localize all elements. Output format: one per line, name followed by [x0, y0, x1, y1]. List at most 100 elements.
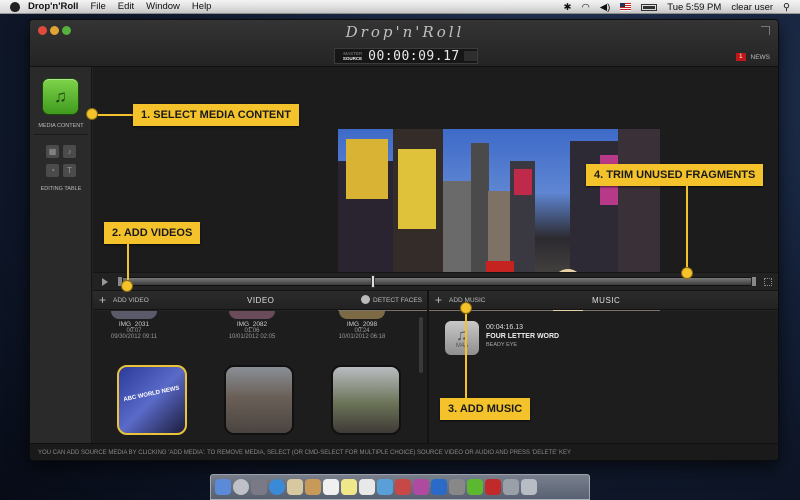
- timeline-scrubber: [93, 272, 778, 290]
- speech-tool-icon[interactable]: ◔: [46, 164, 59, 177]
- detect-faces-button[interactable]: DETECT FACES: [373, 297, 422, 304]
- minimize-window-button[interactable]: [50, 26, 59, 35]
- text-tool-icon[interactable]: T: [63, 164, 76, 177]
- callout-dot: [681, 267, 693, 279]
- timecode: 00:00:09.17: [368, 48, 460, 64]
- music-tool-icon[interactable]: ♪: [63, 145, 76, 158]
- menu-bar: Drop'n'Roll File Edit Window Help ✱ ◠ ◀)…: [0, 0, 800, 14]
- launchpad-icon[interactable]: [233, 479, 249, 495]
- app-dock-icon[interactable]: [485, 479, 501, 495]
- plus-icon[interactable]: +: [435, 294, 442, 306]
- music-panel-title: MUSIC: [592, 296, 621, 305]
- input-source-flag-icon[interactable]: [620, 3, 632, 11]
- photobooth-icon[interactable]: [395, 479, 411, 495]
- menu-edit[interactable]: Edit: [118, 0, 134, 14]
- editing-table-label: EDITING TABLE: [40, 186, 82, 192]
- itunes-icon[interactable]: [413, 479, 429, 495]
- video-list: IMG_2031 00:07 09/30/2012 09:11 IMG_2082…: [93, 311, 427, 443]
- app-store-icon[interactable]: [431, 479, 447, 495]
- apple-icon[interactable]: [10, 1, 20, 12]
- master-source-switch[interactable]: MASTER SOURCE: [338, 50, 362, 62]
- billboard: [514, 169, 532, 195]
- music-format: M4A: [455, 343, 469, 349]
- finder-icon[interactable]: [215, 479, 231, 495]
- music-list: ♫ M4A 00:04:16.13 FOUR LETTER WORD BEADY…: [429, 311, 778, 443]
- thumbnail-caption: ABC WORLD NEWS: [123, 385, 181, 404]
- billboard: [346, 139, 388, 199]
- music-file-icon[interactable]: ♫ M4A: [445, 321, 479, 355]
- menu-window[interactable]: Window: [146, 0, 180, 14]
- menu-extras: ✱ ◠ ◀) Tue 5:59 PM clear user ⚲: [554, 0, 790, 14]
- clip-date: 10/01/2012 06:18: [338, 334, 386, 340]
- bluetooth-icon[interactable]: ✱: [564, 2, 572, 13]
- battery-icon[interactable]: [641, 3, 658, 11]
- volume-icon[interactable]: ◀): [600, 2, 610, 13]
- callout-dot: [86, 108, 98, 120]
- menu-user[interactable]: clear user: [731, 2, 773, 13]
- scrub-track[interactable]: [117, 277, 757, 286]
- video-thumbnail[interactable]: [224, 365, 294, 435]
- callout-add-music: 3. ADD MUSIC: [440, 398, 531, 420]
- clip-date: 10/01/2012 02:05: [228, 334, 276, 340]
- callout-line: [465, 314, 467, 398]
- calendar-icon[interactable]: [323, 479, 339, 495]
- safari-icon[interactable]: [269, 479, 285, 495]
- contacts-icon[interactable]: [305, 479, 321, 495]
- add-video-button[interactable]: ADD VIDEO: [113, 297, 149, 304]
- system-preferences-icon[interactable]: [449, 479, 465, 495]
- switch-source-label: SOURCE: [342, 56, 363, 61]
- music-title[interactable]: FOUR LETTER WORD: [486, 333, 559, 340]
- video-clip[interactable]: IMG_2031 00:07 09/30/2012 09:11: [103, 311, 165, 340]
- reminders-icon[interactable]: [359, 479, 375, 495]
- clip-date: 09/30/2012 09:11: [110, 334, 158, 340]
- sidebar-separator: [34, 134, 88, 135]
- music-duration: 00:04:16.13: [486, 324, 523, 331]
- music-artist: BEADY EYE: [486, 342, 518, 348]
- menu-file[interactable]: File: [90, 0, 105, 14]
- trim-end-handle[interactable]: [751, 276, 757, 287]
- music-video-icon: ♫: [54, 87, 67, 106]
- billboard: [398, 149, 436, 229]
- video-thumbnail[interactable]: [331, 365, 401, 435]
- dropnroll-dock-icon[interactable]: [467, 479, 483, 495]
- notes-icon[interactable]: [341, 479, 357, 495]
- news-badge: 1: [736, 53, 746, 61]
- video-clip[interactable]: IMG_2098 00:24 10/01/2012 06:18: [331, 311, 393, 340]
- expand-icon[interactable]: [764, 278, 772, 286]
- face-icon[interactable]: [361, 295, 370, 304]
- trash-icon[interactable]: [521, 479, 537, 495]
- plus-icon[interactable]: +: [99, 294, 106, 306]
- mission-control-icon[interactable]: [251, 479, 267, 495]
- close-window-button[interactable]: [38, 26, 47, 35]
- status-bar: YOU CAN ADD SOURCE MEDIA BY CLICKING 'AD…: [30, 443, 778, 460]
- sidebar: ♫ MEDIA CONTENT ▦ ♪ ◔ T EDITING TABLE: [30, 67, 92, 460]
- video-clip[interactable]: IMG_2082 01:06 10/01/2012 02:05: [221, 311, 283, 340]
- menu-help[interactable]: Help: [192, 0, 212, 14]
- menu-clock[interactable]: Tue 5:59 PM: [667, 2, 721, 13]
- callout-add-videos: 2. ADD VIDEOS: [104, 222, 201, 244]
- zoom-window-button[interactable]: [62, 26, 71, 35]
- menu-app-name[interactable]: Drop'n'Roll: [28, 0, 78, 14]
- wifi-icon[interactable]: ◠: [581, 2, 589, 13]
- callout-select-media: 1. SELECT MEDIA CONTENT: [133, 104, 299, 126]
- fullscreen-icon[interactable]: [761, 26, 770, 35]
- clip-name: IMG_2082: [236, 321, 268, 328]
- downloads-icon[interactable]: [503, 479, 519, 495]
- music-panel-header: + ADD MUSIC MUSIC: [429, 290, 778, 310]
- video-thumbnail-selected[interactable]: ABC WORLD NEWS: [117, 365, 187, 435]
- video-list-scrollbar[interactable]: [419, 317, 423, 373]
- callout-line: [127, 244, 129, 280]
- image-tool-icon[interactable]: ▦: [46, 145, 59, 158]
- messages-icon[interactable]: [377, 479, 393, 495]
- clip-name: IMG_2031: [118, 321, 150, 328]
- play-icon[interactable]: [102, 278, 108, 286]
- callout-line: [686, 186, 688, 268]
- news-button[interactable]: 1 NEWS: [736, 53, 770, 61]
- mail-icon[interactable]: [287, 479, 303, 495]
- media-content-button[interactable]: ♫: [43, 79, 78, 114]
- title-bar: Drop'n'Roll MASTER SOURCE 00:00:09.17 1 …: [30, 20, 778, 67]
- spotlight-icon[interactable]: ⚲: [783, 2, 790, 13]
- callout-line: [98, 114, 134, 116]
- playhead[interactable]: [371, 275, 375, 288]
- clip-thumbnail: [111, 311, 157, 319]
